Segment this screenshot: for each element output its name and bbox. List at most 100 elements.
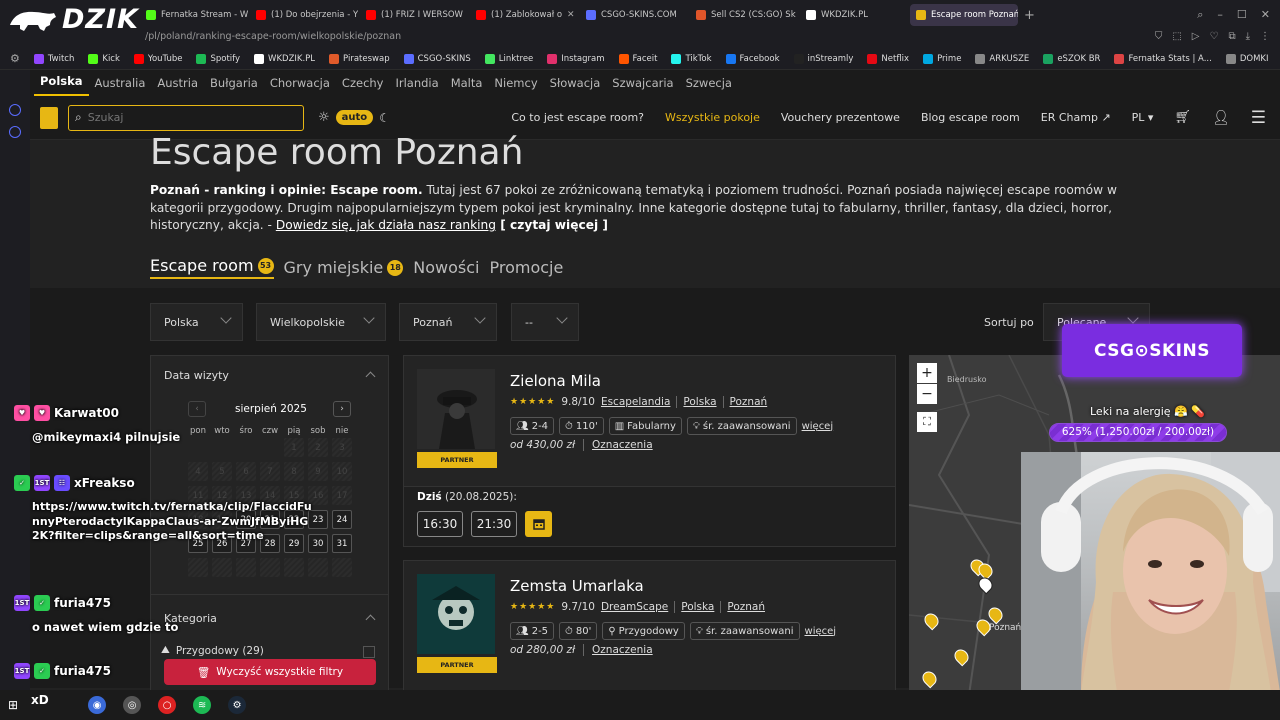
settings-icon[interactable]: ⚙ — [10, 52, 20, 65]
close-icon[interactable]: ✕ — [1261, 8, 1270, 22]
company-link[interactable]: DreamScape — [601, 601, 668, 613]
bookmark-item[interactable]: inStreamly — [793, 53, 853, 64]
close-tab-icon[interactable]: ✕ — [567, 10, 575, 20]
bookmark-item[interactable]: Netflix — [867, 53, 909, 64]
theme-switch[interactable]: ☼ auto ☾ — [318, 110, 390, 125]
bookmark-item[interactable]: eSZOK BR — [1043, 53, 1100, 64]
nav-what-is[interactable]: Co to jest escape room? — [511, 111, 644, 124]
browser-tab[interactable]: Sell CS2 (CS:GO) Sk — [690, 4, 798, 26]
steam-icon[interactable]: ⚙ — [228, 696, 247, 714]
bookmark-item[interactable]: Fernatka Stats | A... — [1114, 53, 1212, 64]
room-name[interactable]: Zemsta Umarlaka — [510, 577, 644, 595]
time-slot-button[interactable]: 16:30 — [417, 511, 463, 537]
search-input[interactable] — [87, 111, 288, 124]
clear-filters-button[interactable]: 🗑︎ Wyczyść wszystkie filtry — [164, 659, 376, 685]
bookmark-item[interactable]: WKDZIK.PL — [254, 53, 315, 64]
country-tab[interactable]: Chorwacja — [264, 76, 336, 96]
country-tab[interactable]: Niemcy — [488, 76, 543, 96]
browser-tab[interactable]: (1) Do obejrzenia - Y — [250, 4, 358, 26]
country-tab[interactable]: Austria — [151, 76, 204, 96]
country-link[interactable]: Polska — [681, 601, 714, 613]
discord-icon[interactable]: ◉ — [88, 696, 107, 714]
more-link[interactable]: więcej — [802, 421, 834, 432]
country-tab[interactable]: Irlandia — [389, 76, 444, 96]
room-thumbnail[interactable] — [417, 369, 495, 449]
browser-tab[interactable]: WKDZIK.PL — [800, 4, 908, 26]
bookmark-item[interactable]: Spotify — [196, 53, 240, 64]
user-icon[interactable]: 👤︎ — [1212, 110, 1230, 126]
more-link[interactable]: więcej — [805, 626, 837, 637]
country-tab[interactable]: Polska — [34, 74, 89, 96]
bookmark-item[interactable]: Faceit — [618, 53, 657, 64]
room-name[interactable]: Zielona Mila — [510, 372, 601, 390]
theme-auto-pill[interactable]: auto — [335, 110, 374, 125]
new-tab-icon[interactable]: + — [1024, 8, 1035, 23]
calendar-icon[interactable] — [525, 511, 552, 537]
collapse-icon[interactable] — [365, 614, 376, 625]
nav-blog[interactable]: Blog escape room — [921, 111, 1020, 124]
district-select[interactable]: -- — [511, 303, 579, 341]
heart-icon[interactable]: ♡ — [1209, 30, 1218, 44]
bookmark-item[interactable]: Linktree — [484, 53, 533, 64]
bookmark-item[interactable]: Kick — [88, 53, 120, 64]
read-more-link[interactable]: [ czytaj więcej ] — [496, 218, 608, 232]
play-icon[interactable]: ▷ — [1192, 30, 1200, 44]
browser-tab[interactable]: Fernatka Stream - W — [140, 4, 248, 26]
cart-icon[interactable]: 🛒︎ — [1174, 110, 1191, 125]
bookmark-item[interactable]: CSGO-SKINS — [403, 53, 471, 64]
language-select[interactable]: PL ▾ — [1132, 111, 1154, 124]
room-card[interactable]: PARTNER Zemsta Umarlaka ★★★★★ 9.7/10 Dre… — [403, 560, 896, 690]
search-box[interactable]: ⌕ — [68, 104, 304, 131]
country-tab[interactable]: Słowacja — [544, 76, 607, 96]
city-link[interactable]: Poznań — [727, 601, 765, 613]
bookmark-item[interactable]: Pirateswap — [329, 53, 390, 64]
section-tab[interactable]: Escape room 53 — [150, 256, 274, 279]
history-icon[interactable] — [9, 104, 21, 116]
hamburger-menu-icon[interactable]: ☰ — [1251, 108, 1266, 128]
category-checkbox[interactable] — [363, 646, 375, 658]
room-thumbnail[interactable] — [417, 574, 495, 654]
site-logo[interactable] — [40, 106, 58, 129]
menu-icon[interactable]: ⋮ — [1260, 30, 1270, 44]
tags-link[interactable]: Oznaczenia — [592, 439, 653, 451]
time-slot-button[interactable]: 21:30 — [471, 511, 517, 537]
nav-all-rooms[interactable]: Wszystkie pokoje — [665, 111, 760, 124]
spotify-icon[interactable]: ≋ — [193, 696, 212, 714]
country-tab[interactable]: Australia — [89, 76, 152, 96]
tags-link[interactable]: Oznaczenia — [592, 644, 653, 656]
bookmark-item[interactable]: Twitch — [33, 53, 74, 64]
country-select[interactable]: Polska — [150, 303, 243, 341]
section-tab[interactable]: Gry miejskie 18 — [284, 258, 404, 277]
download-icon[interactable]: ⤓ — [1246, 30, 1250, 44]
ranking-info-link[interactable]: Dowiedz się, jak działa nasz ranking — [276, 218, 496, 232]
bookmark-item[interactable]: YouTube — [133, 53, 182, 64]
sun-icon[interactable]: ☼ — [318, 110, 330, 125]
next-month-icon[interactable]: › — [333, 401, 351, 417]
category-item[interactable]: ⛰ Przygodowy (29) — [161, 644, 264, 657]
prev-month-icon[interactable]: ‹ — [188, 401, 206, 417]
room-card[interactable]: PARTNER Zielona Mila ★★★★★ 9.8/10 Escape… — [403, 355, 896, 547]
minimize-icon[interactable]: – — [1217, 8, 1223, 22]
city-link[interactable]: Poznań — [730, 396, 768, 408]
section-tab[interactable]: Nowości — [413, 258, 479, 277]
settings-rail-icon[interactable] — [9, 126, 21, 138]
section-tab[interactable]: Promocje — [490, 258, 564, 277]
country-tab[interactable]: Bułgaria — [204, 76, 264, 96]
screenshot-icon[interactable]: ⬚ — [1172, 30, 1181, 44]
calendar-day[interactable]: 31 — [332, 534, 352, 553]
city-select[interactable]: Poznań — [399, 303, 497, 341]
address-bar[interactable]: /pl/poland/ranking-escape-room/wielkopol… — [0, 30, 1280, 48]
fullscreen-icon[interactable]: ⛶ — [917, 412, 937, 432]
moon-icon[interactable]: ☾ — [379, 111, 390, 125]
country-tab[interactable]: Szwecja — [680, 76, 738, 96]
country-tab[interactable]: Malta — [445, 76, 489, 96]
zoom-out-button[interactable]: − — [917, 384, 937, 404]
bookmark-item[interactable]: TikTok — [671, 53, 712, 64]
country-tab[interactable]: Czechy — [336, 76, 390, 96]
opera-icon[interactable]: ○ — [158, 696, 177, 714]
zoom-in-button[interactable]: + — [917, 363, 937, 383]
windows-start-icon[interactable]: ⊞ — [8, 698, 18, 712]
search-icon[interactable]: ⌕ — [1197, 8, 1203, 22]
bookmark-icon[interactable]: ⛉ — [1155, 30, 1163, 44]
country-tab[interactable]: Szwajcaria — [606, 76, 679, 96]
